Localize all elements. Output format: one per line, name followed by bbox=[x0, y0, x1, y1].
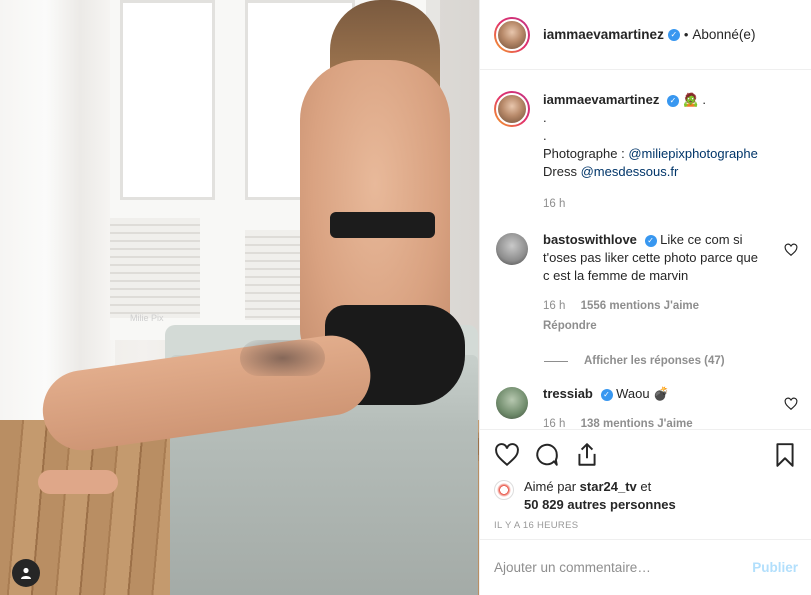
follow-button[interactable]: Abonné(e) bbox=[692, 27, 755, 42]
verified-badge-icon: ✓ bbox=[666, 94, 679, 107]
view-replies-button[interactable]: Afficher les réponses (47) bbox=[544, 355, 798, 367]
add-comment-bar: Publier bbox=[480, 539, 811, 595]
commenter-avatar[interactable] bbox=[494, 385, 530, 421]
comments-section[interactable]: iammaevamartinez ✓ 🧟 . . . Photographe :… bbox=[480, 71, 811, 429]
commenter-username[interactable]: tressiab bbox=[543, 386, 593, 401]
bookmark-icon[interactable] bbox=[772, 442, 798, 468]
reply-button[interactable]: Répondre bbox=[543, 317, 768, 335]
caption-time[interactable]: 16 h bbox=[543, 195, 758, 213]
dress-mention-link[interactable]: @mesdessous.fr bbox=[581, 164, 679, 179]
likes-count-link[interactable]: 50 829 autres personnes bbox=[524, 497, 676, 512]
post-actions: Aimé par star24_tv et 50 829 autres pers… bbox=[480, 429, 811, 531]
comment-item: bastoswithlove ✓ Like ce com si t'oses p… bbox=[494, 231, 798, 335]
user-tag-icon[interactable] bbox=[12, 559, 40, 587]
author-username[interactable]: iammaevamartinez bbox=[543, 27, 664, 42]
header-separator: • bbox=[683, 27, 689, 42]
verified-badge-icon: ✓ bbox=[644, 234, 657, 247]
caption-username[interactable]: iammaevamartinez bbox=[543, 92, 659, 107]
liker-username[interactable]: star24_tv bbox=[580, 479, 637, 494]
likes-summary: Aimé par star24_tv et 50 829 autres pers… bbox=[494, 478, 798, 514]
comment-heart-icon[interactable] bbox=[784, 397, 798, 411]
verified-badge-icon: ✓ bbox=[600, 388, 613, 401]
comment-likes[interactable]: 1556 mentions J'aime bbox=[581, 300, 699, 312]
heart-icon[interactable] bbox=[494, 442, 520, 468]
liker-avatar[interactable] bbox=[494, 480, 514, 500]
share-icon[interactable] bbox=[574, 442, 600, 468]
comment-heart-icon[interactable] bbox=[784, 243, 798, 257]
comment-time[interactable]: 16 h bbox=[543, 418, 565, 429]
comment-likes[interactable]: 138 mentions J'aime bbox=[581, 418, 693, 429]
comment-icon[interactable] bbox=[534, 442, 560, 468]
comment-text: Waou 💣 bbox=[616, 386, 670, 401]
post-sidebar: iammaevamartinez ✓ • Abonné(e) iammaevam… bbox=[479, 0, 811, 595]
comment-time[interactable]: 16 h bbox=[543, 300, 565, 312]
photographer-mention-link[interactable]: @miliepixphotographe bbox=[628, 146, 758, 161]
commenter-avatar[interactable] bbox=[494, 231, 530, 267]
comment-input[interactable] bbox=[494, 560, 753, 575]
post-header: iammaevamartinez ✓ • Abonné(e) bbox=[480, 0, 811, 70]
publish-button[interactable]: Publier bbox=[752, 560, 798, 575]
post-timestamp[interactable]: IL Y A 16 HEURES bbox=[494, 520, 798, 531]
photo-watermark: Milie Pix bbox=[130, 313, 164, 323]
caption-emoji: 🧟 bbox=[682, 92, 699, 107]
post-caption: iammaevamartinez ✓ 🧟 . . . Photographe :… bbox=[494, 71, 798, 213]
post-photo[interactable]: Milie Pix bbox=[0, 0, 479, 595]
verified-badge-icon: ✓ bbox=[667, 28, 680, 41]
author-avatar[interactable] bbox=[494, 16, 530, 53]
caption-avatar[interactable] bbox=[494, 91, 530, 127]
commenter-username[interactable]: bastoswithlove bbox=[543, 232, 637, 247]
comment-item: tressiab ✓ Waou 💣 16 h 138 mentions J'ai… bbox=[494, 385, 798, 429]
